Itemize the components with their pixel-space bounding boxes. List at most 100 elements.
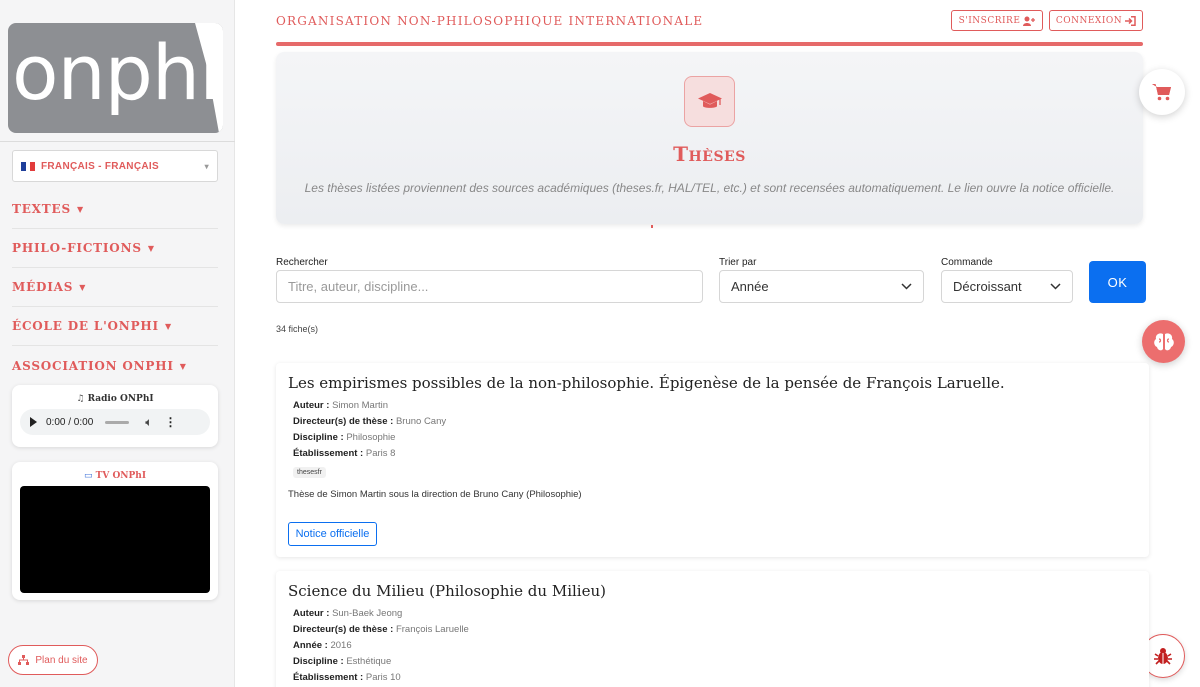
thesis-title[interactable]: Science du Milieu (Philosophie du Milieu…: [288, 582, 606, 600]
caret-down-icon: ▾: [204, 161, 209, 171]
meta-value: Simon Martin: [332, 400, 389, 411]
radio-title: ♫ Radio ONPhI: [12, 394, 218, 404]
nav-label: ASSOCIATION ONPHI: [12, 358, 174, 373]
brain-icon: [1153, 332, 1174, 350]
nav-item-association[interactable]: ASSOCIATION ONPHI ▼: [12, 346, 218, 385]
meta-value: Paris 8: [365, 448, 396, 459]
player-time: 0:00 / 0:00: [46, 416, 94, 428]
nav-label: TEXTES: [12, 202, 71, 216]
caret-down-icon: ▼: [79, 282, 87, 292]
meta-value: Bruno Cany: [395, 416, 447, 427]
thesis-meta-row: Auteur : Sun-Baek Jeong: [293, 608, 402, 619]
user-plus-icon: [1023, 16, 1036, 26]
thesis-meta-row: Discipline : Esthétique: [293, 656, 391, 667]
onphi-logo[interactable]: onphi: [8, 23, 223, 133]
thesis-meta-row: Établissement : Paris 10: [293, 672, 401, 683]
tv-card: ▭ TV ONPhI: [12, 462, 218, 600]
site-map-button[interactable]: Plan du site: [8, 645, 98, 675]
radio-card: ♫ Radio ONPhI 0:00 / 0:00 🔈︎ ⋮: [12, 385, 218, 447]
search-field[interactable]: [276, 270, 703, 303]
tv-icon: ▭: [83, 471, 93, 481]
thesis-meta-row: Discipline : Philosophie: [293, 432, 395, 443]
meta-label: Discipline :: [293, 432, 344, 443]
search-input[interactable]: [288, 279, 691, 294]
cart-icon: [1152, 84, 1171, 101]
meta-value: 2016: [330, 640, 352, 651]
nav-item-ecole[interactable]: ÉCOLE DE L'ONPHI ▼: [12, 307, 218, 346]
thesis-meta-row: Directeur(s) de thèse : François Laruell…: [293, 624, 469, 635]
bug-icon: [1154, 648, 1172, 665]
nav-item-philo-fictions[interactable]: PHILO-FICTIONS ▼: [12, 229, 218, 268]
music-note-icon: ♫: [76, 394, 85, 404]
meta-value: Philosophie: [346, 432, 396, 443]
order-value: Décroissant: [953, 279, 1022, 294]
sort-select[interactable]: Année: [719, 270, 924, 303]
caret-down-icon: ▼: [147, 243, 155, 253]
language-select[interactable]: FRANÇAIS - FRANÇAIS ▾: [12, 150, 218, 182]
caret-down-icon: ▼: [164, 321, 172, 331]
tv-title: ▭ TV ONPhI: [12, 471, 218, 481]
volume-icon[interactable]: 🔈︎: [145, 415, 152, 430]
thesis-meta-row: Année : 2016: [293, 640, 352, 651]
order-select[interactable]: Décroissant: [941, 270, 1073, 303]
thesis-title[interactable]: Les empirismes possibles de la non-philo…: [288, 374, 1005, 392]
nav-label: MÉDIAS: [12, 280, 74, 294]
signup-label: S'INSCRIRE: [958, 15, 1021, 26]
thesis-card: Science du Milieu (Philosophie du Milieu…: [276, 571, 1149, 687]
sign-in-icon: [1125, 15, 1136, 26]
meta-label: Directeur(s) de thèse :: [293, 416, 394, 427]
login-label: CONNEXION: [1055, 15, 1123, 26]
site-title[interactable]: ORGANISATION NON-PHILOSOPHIQUE INTERNATI…: [276, 14, 703, 28]
meta-value: Esthétique: [346, 656, 392, 667]
thesis-meta-row: Auteur : Simon Martin: [293, 400, 388, 411]
thesis-card: Les empirismes possibles de la non-philo…: [276, 363, 1149, 557]
login-button[interactable]: CONNEXION: [1049, 10, 1143, 31]
logo-text: onphi: [12, 28, 220, 117]
decorative-dot: [651, 225, 653, 228]
meta-value: François Laruelle: [395, 624, 469, 635]
nav-label: ÉCOLE DE L'ONPHI: [12, 319, 159, 333]
video-player[interactable]: [20, 486, 210, 593]
more-options-icon[interactable]: ⋮: [164, 415, 176, 429]
ok-button[interactable]: OK: [1089, 261, 1146, 303]
meta-value: Sun-Baek Jeong: [332, 608, 403, 619]
chevron-down-icon: [901, 283, 912, 290]
meta-label: Année :: [293, 640, 328, 651]
sort-label: Trier par: [719, 257, 757, 268]
thesis-meta-row: Établissement : Paris 8: [293, 448, 395, 459]
meta-label: Auteur :: [293, 400, 330, 411]
search-label: Rechercher: [276, 257, 328, 268]
nav-label: PHILO-FICTIONS: [12, 241, 142, 255]
thesis-description: Thèse de Simon Martin sous la direction …: [288, 489, 582, 500]
play-icon[interactable]: [30, 417, 37, 427]
meta-label: Discipline :: [293, 656, 344, 667]
thesis-meta-row: Directeur(s) de thèse : Bruno Cany: [293, 416, 446, 427]
caret-down-icon: ▼: [179, 360, 187, 371]
language-label: FRANÇAIS - FRANÇAIS: [41, 160, 159, 172]
meta-label: Établissement :: [293, 448, 364, 459]
meta-value: Paris 10: [365, 672, 401, 683]
meta-label: Établissement :: [293, 672, 364, 683]
site-map-label: Plan du site: [35, 654, 88, 666]
result-count: 34 fiche(s): [276, 324, 319, 334]
nav-item-medias[interactable]: MÉDIAS ▼: [12, 268, 218, 307]
header-divider: [276, 42, 1143, 46]
official-notice-button[interactable]: Notice officielle: [288, 522, 377, 546]
progress-bar[interactable]: [105, 420, 130, 424]
signup-button[interactable]: S'INSCRIRE: [951, 10, 1043, 31]
page-title: Thèses: [673, 142, 746, 166]
caret-down-icon: ▼: [76, 204, 84, 214]
source-tag: thesesfr: [293, 467, 326, 478]
radio-title-text: Radio ONPhI: [87, 394, 154, 404]
tv-title-text: TV ONPhI: [95, 471, 147, 481]
page-subtitle: Les thèses listées proviennent des sourc…: [304, 181, 1115, 195]
graduation-cap-icon: [684, 76, 735, 127]
sidebar-divider: [0, 141, 235, 142]
meta-label: Auteur :: [293, 608, 330, 619]
order-label: Commande: [941, 257, 993, 268]
nav-item-textes[interactable]: TEXTES ▼: [12, 190, 218, 229]
hero-banner: Thèses Les thèses listées proviennent de…: [276, 52, 1143, 224]
cart-button[interactable]: [1139, 69, 1185, 115]
sidebar: onphi FRANÇAIS - FRANÇAIS ▾ TEXTES ▼ PHIL…: [0, 0, 235, 687]
ai-assistant-button[interactable]: [1142, 320, 1185, 363]
